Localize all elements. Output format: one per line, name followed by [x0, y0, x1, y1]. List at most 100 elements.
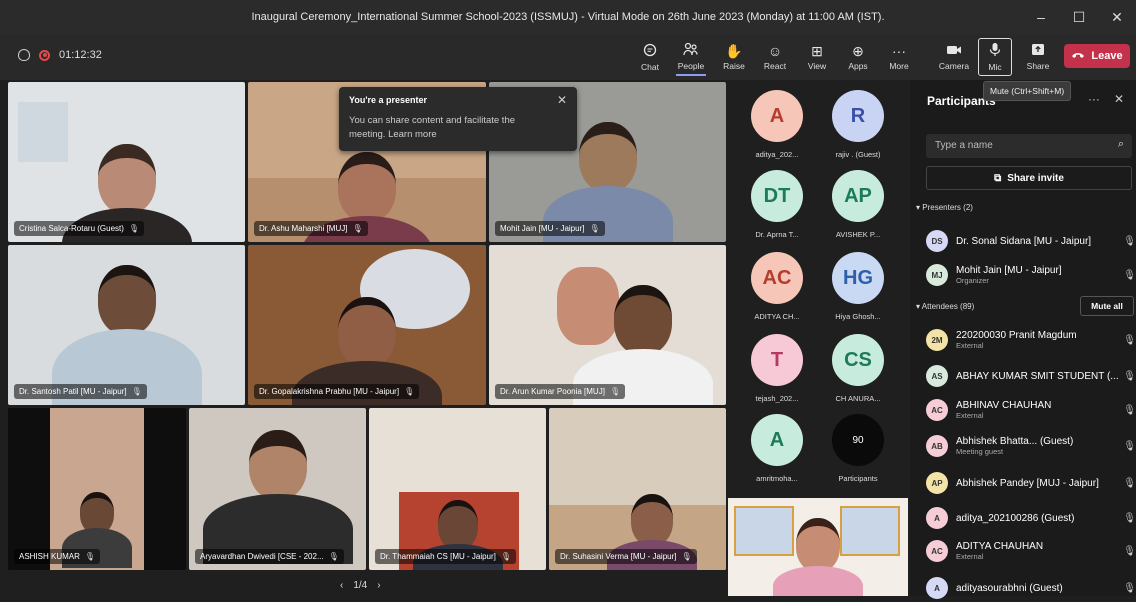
mic-off-icon: 🎙: [1123, 404, 1136, 416]
attendees-section-header[interactable]: ▾ Attendees (89): [916, 302, 974, 311]
participant-row[interactable]: DS Dr. Sonal Sidana [MU - Jaipur] 🎙: [926, 227, 1136, 255]
tile-name-label: Dr. Santosh Patil [MU - Jaipur] 🎙: [14, 384, 147, 399]
page-indicator: 1/4: [353, 580, 368, 591]
search-icon: ⌕: [1117, 138, 1124, 150]
mic-off-icon: 🎙: [404, 387, 415, 396]
video-tile[interactable]: ASHISH KUMAR 🎙: [8, 408, 186, 570]
avatar-tile[interactable]: A amritmoha...: [737, 414, 817, 483]
participant-row[interactable]: AS ABHAY KUMAR SMIT STUDENT (... 🎙: [926, 362, 1136, 390]
participants-count-tile[interactable]: 90 Participants: [818, 414, 898, 483]
video-tile[interactable]: Dr. Suhasini Verma [MU - Jaipur] 🎙: [549, 408, 726, 570]
raise-hand-button[interactable]: ✋ Raise: [721, 38, 747, 76]
avatar-tile[interactable]: T tejash_202...: [737, 334, 817, 403]
mic-off-icon: 🎙: [500, 552, 512, 561]
camera-button[interactable]: Camera: [938, 38, 970, 76]
view-icon: ⊞: [811, 42, 823, 59]
avatar-tile[interactable]: A aditya_202...: [737, 90, 817, 159]
participant-row[interactable]: MJ Mohit Jain [MU - Jaipur] Organizer 🎙: [926, 261, 1136, 289]
people-button[interactable]: People: [676, 38, 706, 76]
tile-name-label: Aryavardhan Dwivedi [CSE - 202... 🎙: [195, 549, 344, 564]
participant-row[interactable]: 2M 220200030 Pranit Magdum External 🎙: [926, 326, 1136, 354]
more-options-icon[interactable]: ···: [1088, 92, 1100, 106]
leave-button[interactable]: Leave: [1064, 44, 1130, 68]
tile-name-label: Cristina Salca-Rotaru (Guest) 🎙: [14, 221, 145, 236]
avatar: A: [926, 507, 948, 529]
tile-name-label: Dr. Gopalakrishna Prabhu [MU - Jaipur] 🎙: [254, 384, 420, 399]
participant-row[interactable]: AC ABHINAV CHAUHAN External 🎙: [926, 396, 1136, 424]
react-button[interactable]: ☺ React: [762, 38, 788, 76]
avatar: AB: [926, 435, 948, 457]
gallery-pager: ‹ 1/4 ›: [340, 580, 381, 591]
mic-icon: 🎙: [1123, 235, 1136, 247]
apps-button[interactable]: ⊕ Apps: [845, 38, 871, 76]
mic-off-icon: 🎙: [589, 224, 600, 233]
avatar: R: [832, 90, 884, 142]
presenter-notification: You're a presenter You can share content…: [339, 87, 577, 151]
avatar-tile[interactable]: R rajiv . (Guest): [818, 90, 898, 159]
participant-row[interactable]: AC ADITYA CHAUHAN External 🎙: [926, 537, 1136, 565]
self-view-tile[interactable]: [728, 498, 908, 596]
mute-all-button[interactable]: Mute all: [1080, 296, 1134, 316]
video-tile[interactable]: Dr. Arun Kumar Poonia [MUJ] 🎙: [489, 245, 726, 405]
participant-video: [202, 430, 353, 564]
avatar-tile[interactable]: DT Dr. Aprna T...: [737, 170, 817, 239]
view-button[interactable]: ⊞ View: [804, 38, 830, 76]
video-tile[interactable]: Aryavardhan Dwivedi [CSE - 202... 🎙: [189, 408, 366, 570]
camera-icon: [946, 44, 962, 58]
popup-body[interactable]: You can share content and facilitate the…: [349, 114, 539, 142]
chevron-left-icon[interactable]: ‹: [340, 580, 343, 591]
mic-off-icon: 🎙: [1123, 582, 1136, 594]
avatar: MJ: [926, 264, 948, 286]
video-tile[interactable]: Dr. Santosh Patil [MU - Jaipur] 🎙: [8, 245, 245, 405]
video-tile[interactable]: Dr. Thammaiah CS [MU - Jaipur] 🎙: [369, 408, 546, 570]
close-window-button[interactable]: ✕: [1098, 0, 1136, 34]
window-controls: – ☐ ✕: [1022, 0, 1136, 34]
video-tile[interactable]: Cristina Salca-Rotaru (Guest) 🎙: [8, 82, 245, 242]
meeting-toolbar: 01:12:32 Chat People ✋ Raise ☺ React ⊞ V…: [0, 34, 1136, 80]
presenters-section-header[interactable]: ▾ Presenters (2): [916, 203, 973, 212]
share-icon: [1031, 43, 1045, 58]
close-icon[interactable]: ✕: [1114, 92, 1124, 106]
mic-off-icon: 🎙: [681, 552, 692, 561]
phone-hangup-icon: [1071, 50, 1085, 62]
avatar-tile[interactable]: AP AVISHEK P...: [818, 170, 898, 239]
react-icon: ☺: [767, 42, 783, 59]
video-stage: Cristina Salca-Rotaru (Guest) 🎙 Dr. Ashu …: [0, 80, 728, 596]
chat-button[interactable]: Chat: [638, 38, 662, 76]
chat-icon: [643, 43, 657, 59]
close-icon[interactable]: ✕: [557, 93, 567, 107]
mic-off-icon: 🎙: [1123, 269, 1136, 281]
more-button[interactable]: ··· More: [886, 38, 912, 76]
meeting-timer: 01:12:32: [18, 49, 102, 61]
mic-off-icon: 🎙: [84, 552, 96, 561]
avatar: T: [751, 334, 803, 386]
avatar-tile[interactable]: AC ADITYA CH...: [737, 252, 817, 321]
video-tile[interactable]: Dr. Gopalakrishna Prabhu [MU - Jaipur] 🎙: [248, 245, 486, 405]
share-invite-icon: ⧉: [994, 172, 1002, 184]
popup-title: You're a presenter: [349, 95, 428, 105]
participant-row[interactable]: A aditya_202100286 (Guest) 🎙: [926, 504, 1136, 532]
share-invite-button[interactable]: ⧉ Share invite: [926, 166, 1132, 190]
maximize-button[interactable]: ☐: [1060, 0, 1098, 34]
participant-row[interactable]: A adityasourabhni (Guest) 🎙: [926, 574, 1136, 602]
mic-off-icon: 🎙: [1123, 477, 1136, 489]
participant-row[interactable]: AP Abhishek Pandey [MUJ - Jaipur] 🎙: [926, 469, 1136, 497]
mic-off-icon: 🎙: [352, 224, 363, 233]
window-title-bar: Inaugural Ceremony_International Summer …: [0, 0, 1136, 34]
avatar: DT: [751, 170, 803, 222]
minimize-button[interactable]: –: [1022, 0, 1060, 34]
chevron-right-icon[interactable]: ›: [377, 580, 380, 591]
participant-row[interactable]: AB Abhishek Bhatta... (Guest) Meeting gue…: [926, 432, 1136, 460]
avatar-tile[interactable]: HG Hiya Ghosh...: [818, 252, 898, 321]
share-button[interactable]: Share: [1024, 38, 1052, 76]
avatar: AS: [926, 365, 948, 387]
avatar: DS: [926, 230, 948, 252]
avatar-tile[interactable]: CS CH ANURA...: [818, 334, 898, 403]
people-icon: [683, 42, 699, 58]
search-input[interactable]: Type a name ⌕: [926, 134, 1132, 158]
mic-button[interactable]: Mic: [978, 38, 1012, 76]
mic-off-icon: 🎙: [609, 387, 621, 396]
raise-hand-icon: ✋: [725, 42, 743, 59]
tile-name-label: Mohit Jain [MU - Jaipur] 🎙: [495, 221, 605, 236]
avatar: AC: [926, 540, 948, 562]
